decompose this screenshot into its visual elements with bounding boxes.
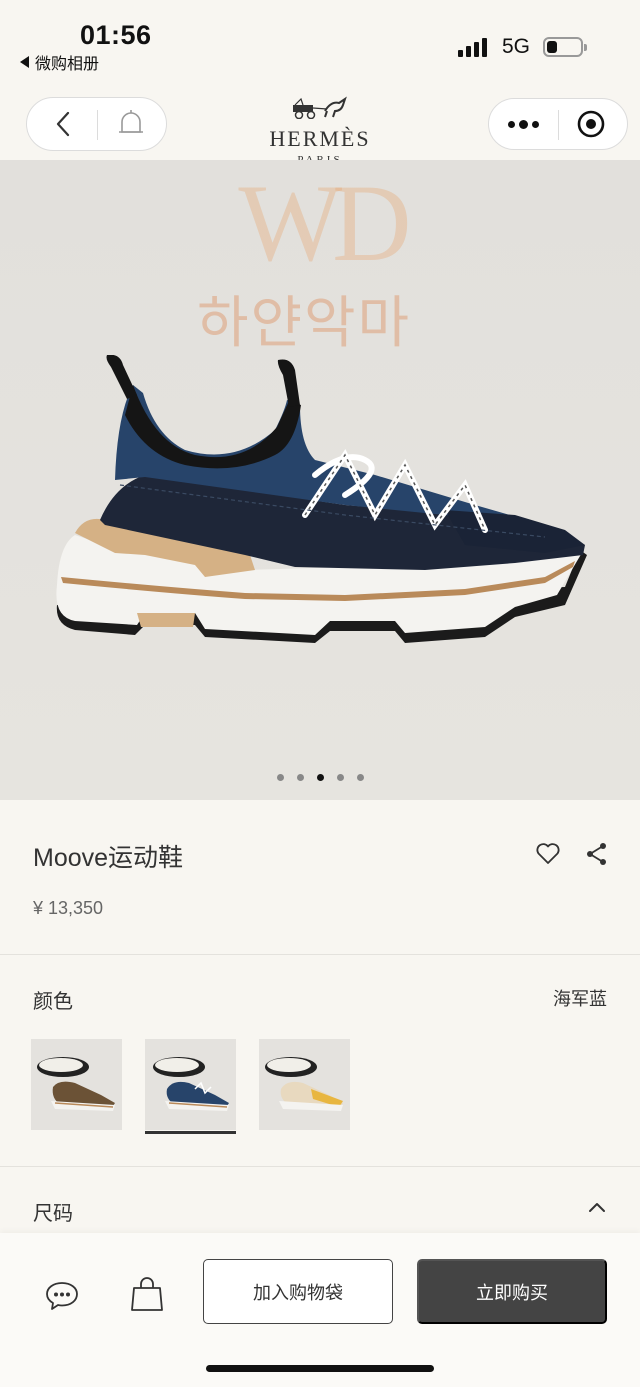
back-triangle-icon xyxy=(20,56,29,68)
carriage-logo-icon xyxy=(293,96,347,120)
back-app-label: 微购相册 xyxy=(35,56,100,73)
watermark-letters: WD xyxy=(238,162,411,284)
shopping-bag-button[interactable] xyxy=(129,1275,165,1318)
nav-capsule-left xyxy=(26,97,167,151)
product-image-carousel[interactable]: WD 하얀악마 xyxy=(0,160,640,800)
home-indicator[interactable] xyxy=(206,1365,434,1372)
carousel-dot-active[interactable] xyxy=(316,774,324,781)
back-button[interactable] xyxy=(45,106,81,142)
product-price: ¥ 13,350 xyxy=(33,898,104,918)
shopping-bag-icon xyxy=(131,1277,163,1311)
more-button[interactable] xyxy=(501,107,545,141)
selected-swatch-indicator xyxy=(145,1131,236,1134)
bell-icon xyxy=(119,110,143,133)
more-dots-icon xyxy=(507,119,539,129)
color-label: 颜色 xyxy=(33,991,73,1013)
battery-icon xyxy=(543,37,587,57)
carousel-dot[interactable] xyxy=(276,774,284,781)
divider xyxy=(0,954,640,955)
product-image-sneaker xyxy=(56,355,588,643)
chat-button[interactable] xyxy=(44,1280,80,1317)
size-label[interactable]: 尺码 xyxy=(33,1197,73,1226)
heart-icon xyxy=(536,843,560,864)
target-icon xyxy=(577,110,605,138)
carousel-dot[interactable] xyxy=(336,774,344,781)
add-to-bag-button[interactable]: 加入购物袋 xyxy=(203,1259,393,1324)
buy-now-button[interactable]: 立即购买 xyxy=(417,1259,607,1324)
network-label: 5G xyxy=(502,35,531,58)
watermark-text: 하얀악마 xyxy=(197,291,412,356)
status-time: 01:56 xyxy=(80,20,152,50)
share-icon xyxy=(587,843,606,865)
chevron-left-icon xyxy=(56,111,70,137)
status-bar: 01:56 微购相册 5G xyxy=(0,0,640,80)
size-toggle-button[interactable] xyxy=(588,1200,606,1218)
chat-icon xyxy=(46,1282,78,1310)
close-miniapp-button[interactable] xyxy=(573,107,609,141)
carousel-dot[interactable] xyxy=(356,774,364,781)
color-swatch-navy[interactable] xyxy=(145,1039,236,1130)
chevron-up-icon xyxy=(589,1203,605,1212)
color-swatch-brown[interactable] xyxy=(31,1039,122,1130)
brand-name: HERMÈS xyxy=(269,126,371,151)
divider xyxy=(0,1166,640,1167)
product-title: Moove运动鞋 xyxy=(33,844,184,872)
favorite-button[interactable] xyxy=(535,842,561,871)
back-to-app-link[interactable]: 微购相册 xyxy=(20,50,99,74)
brand-logo: HERMÈS PARIS xyxy=(240,95,400,166)
color-swatch-yellow[interactable] xyxy=(259,1039,350,1130)
carousel-indicator xyxy=(0,774,640,781)
share-button[interactable] xyxy=(585,842,609,871)
nav-capsule-right xyxy=(488,98,628,150)
swatch-image-brown xyxy=(37,1057,115,1111)
signal-icon xyxy=(458,37,487,57)
swatch-image-yellow xyxy=(265,1057,343,1111)
notification-button[interactable] xyxy=(113,106,149,142)
swatch-image-navy xyxy=(153,1057,229,1111)
color-value: 海军蓝 xyxy=(553,989,607,1009)
carousel-dot[interactable] xyxy=(296,774,304,781)
